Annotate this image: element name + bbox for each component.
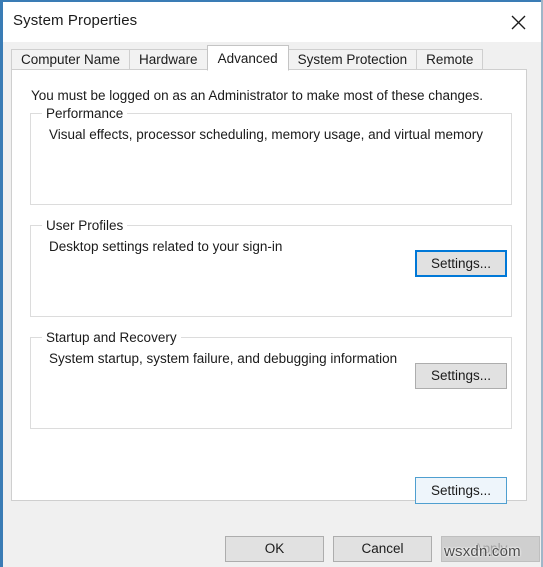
close-button[interactable] <box>495 2 541 42</box>
startup-recovery-description: System startup, system failure, and debu… <box>49 351 398 366</box>
user-profiles-group-legend: User Profiles <box>42 218 128 233</box>
tab-label: System Protection <box>297 52 408 67</box>
performance-group: Performance Visual effects, processor sc… <box>30 106 512 205</box>
window-title: System Properties <box>13 12 138 29</box>
window-border-left <box>0 0 3 567</box>
startup-recovery-settings-button[interactable]: Settings... <box>415 477 507 504</box>
tab-system-protection[interactable]: System Protection <box>287 49 418 70</box>
tab-label: Hardware <box>139 52 198 67</box>
ok-button[interactable]: OK <box>225 536 324 562</box>
apply-button: Apply <box>441 536 540 562</box>
tab-label: Computer Name <box>21 52 121 67</box>
tab-remote[interactable]: Remote <box>416 49 484 70</box>
tab-computer-name[interactable]: Computer Name <box>11 49 131 70</box>
dialog-footer: OK Cancel Apply <box>3 510 541 567</box>
tab-label: Advanced <box>217 51 278 66</box>
performance-group-legend: Performance <box>42 106 128 121</box>
tab-strip: Computer Name Hardware Advanced System P… <box>11 45 484 71</box>
tab-hardware[interactable]: Hardware <box>129 49 208 70</box>
administrator-note: You must be logged on as an Administrato… <box>31 88 484 103</box>
tab-advanced[interactable]: Advanced <box>206 45 289 71</box>
user-profiles-description: Desktop settings related to your sign-in <box>49 239 283 254</box>
close-icon <box>510 14 527 31</box>
cancel-button[interactable]: Cancel <box>333 536 432 562</box>
system-properties-dialog: System Properties Computer Name Hardware… <box>0 0 543 567</box>
tab-strip-area: Computer Name Hardware Advanced System P… <box>3 42 541 71</box>
tab-label: Remote <box>426 52 474 67</box>
user-profiles-group: User Profiles Desktop settings related t… <box>30 218 512 317</box>
advanced-tab-panel: You must be logged on as an Administrato… <box>11 69 527 560</box>
title-bar: System Properties <box>3 2 541 42</box>
startup-recovery-group-legend: Startup and Recovery <box>42 330 181 345</box>
performance-description: Visual effects, processor scheduling, me… <box>49 127 483 142</box>
startup-recovery-group: Startup and Recovery System startup, sys… <box>30 330 512 429</box>
